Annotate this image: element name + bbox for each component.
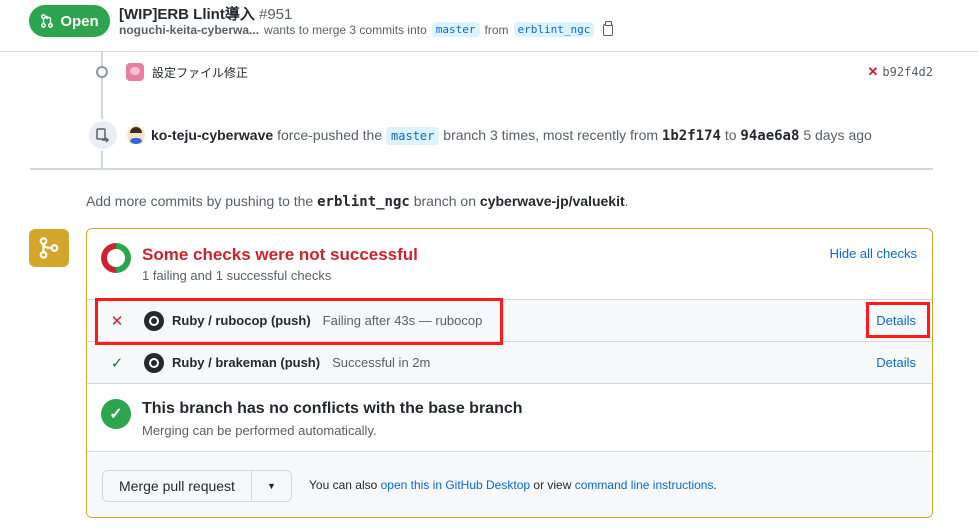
github-actions-icon <box>144 352 164 373</box>
avatar[interactable] <box>126 63 144 81</box>
commit-sha-link[interactable]: b92f4d2 <box>882 65 933 79</box>
push-to-text: to <box>724 126 737 143</box>
pr-meta: noguchi-keita-cyberwa... wants to merge … <box>119 20 614 37</box>
checks-summary: Some checks were not successful 1 failin… <box>87 229 932 300</box>
push-to-sha[interactable]: 94ae6a8 <box>740 128 799 144</box>
head-branch-tag[interactable]: erblint_ngc <box>513 22 595 37</box>
merge-button-group: Merge pull request ▼ <box>102 470 292 502</box>
merge-method-dropdown-icon[interactable]: ▼ <box>250 471 291 501</box>
pr-header: Open [WIP]ERB Llint導入 #951 noguchi-keita… <box>0 0 978 52</box>
push-action-text: force-pushed the <box>277 126 383 143</box>
pull-request-icon <box>41 14 54 28</box>
timeline-commit: 設定ファイル修正 ✕ b92f4d2 <box>90 60 935 84</box>
merge-footer: Merge pull request ▼ You can also open t… <box>87 453 932 517</box>
check-name: Ruby / brakeman (push) <box>172 355 321 370</box>
pr-meta-text: wants to merge 3 commits into <box>264 22 427 37</box>
command-line-instructions-link[interactable]: command line instructions <box>575 478 714 492</box>
check-success-icon: ✓ <box>110 354 124 372</box>
hint-mid: branch on <box>413 193 477 209</box>
check-item-rubocop: ✕ Ruby / rubocop (push) Failing after 43… <box>87 300 932 342</box>
pr-title: [WIP]ERB Llint導入 #951 <box>119 3 292 24</box>
hint-suffix: . <box>624 193 629 209</box>
push-mid-text: branch 3 times, most recently from <box>443 126 659 143</box>
check-circle-icon: ✓ <box>101 399 131 429</box>
check-details-link[interactable]: Details <box>876 313 916 328</box>
merge-alternatives-text: You can also open this in GitHub Desktop… <box>309 478 717 492</box>
hint-repo: cyberwave-jp/valuekit <box>479 193 625 209</box>
merge-text-mid: or view <box>533 478 572 492</box>
check-description: Failing after 43s — rubocop <box>322 313 483 328</box>
force-push-icon <box>87 119 119 151</box>
hide-all-checks-link[interactable]: Hide all checks <box>830 246 917 261</box>
commit-dot-icon <box>96 66 108 78</box>
check-fail-icon: ✕ <box>110 312 124 330</box>
timeline-force-push: ko-teju-cyberwave force-pushed the maste… <box>87 119 872 151</box>
hint-branch: erblint_ngc <box>317 194 410 210</box>
timeline-divider <box>30 168 933 170</box>
merge-box: Some checks were not successful 1 failin… <box>86 228 933 518</box>
commit-fail-icon[interactable]: ✕ <box>868 64 879 80</box>
pr-state-badge: Open <box>29 5 110 37</box>
check-description: Successful in 2m <box>332 355 431 370</box>
no-conflicts-section: ✓ This branch has no conflicts with the … <box>87 384 932 452</box>
git-merge-icon <box>29 229 69 267</box>
checks-subtitle: 1 failing and 1 successful checks <box>142 268 332 283</box>
github-actions-icon <box>144 310 164 331</box>
commit-message-link[interactable]: 設定ファイル修正 <box>152 64 248 81</box>
checks-title: Some checks were not successful <box>142 245 418 264</box>
check-name: Ruby / rubocop (push) <box>172 313 311 328</box>
base-branch-tag[interactable]: master <box>431 22 480 37</box>
pr-number: #951 <box>259 6 293 23</box>
pr-author-link[interactable]: noguchi-keita-cyberwa... <box>119 23 259 37</box>
push-time[interactable]: 5 days ago <box>803 127 872 143</box>
push-branch-tag[interactable]: master <box>386 126 440 145</box>
conflict-title: This branch has no conflicts with the ba… <box>142 400 523 417</box>
force-push-text: ko-teju-cyberwave force-pushed the maste… <box>151 126 872 145</box>
copy-icon[interactable] <box>603 20 614 36</box>
push-from-sha[interactable]: 1b2f174 <box>662 128 721 144</box>
check-item-brakeman: ✓ Ruby / brakeman (push) Successful in 2… <box>87 342 932 384</box>
avatar[interactable] <box>127 126 145 144</box>
pr-state-label: Open <box>60 12 99 30</box>
merge-text-prefix: You can also <box>309 478 378 492</box>
check-details-link[interactable]: Details <box>876 355 916 370</box>
push-user-link[interactable]: ko-teju-cyberwave <box>151 127 273 143</box>
pr-from-text: from <box>484 22 509 37</box>
github-desktop-link[interactable]: open this in GitHub Desktop <box>381 478 530 492</box>
push-hint: Add more commits by pushing to the erbli… <box>86 193 629 210</box>
conflict-subtitle: Merging can be performed automatically. <box>142 423 377 438</box>
merge-text-suffix: . <box>713 478 717 492</box>
merge-pull-request-button[interactable]: Merge pull request <box>103 471 251 501</box>
pr-title-text: [WIP]ERB Llint導入 <box>119 6 255 23</box>
checks-status-donut-icon <box>101 243 131 273</box>
hint-prefix: Add more commits by pushing to the <box>86 193 314 209</box>
